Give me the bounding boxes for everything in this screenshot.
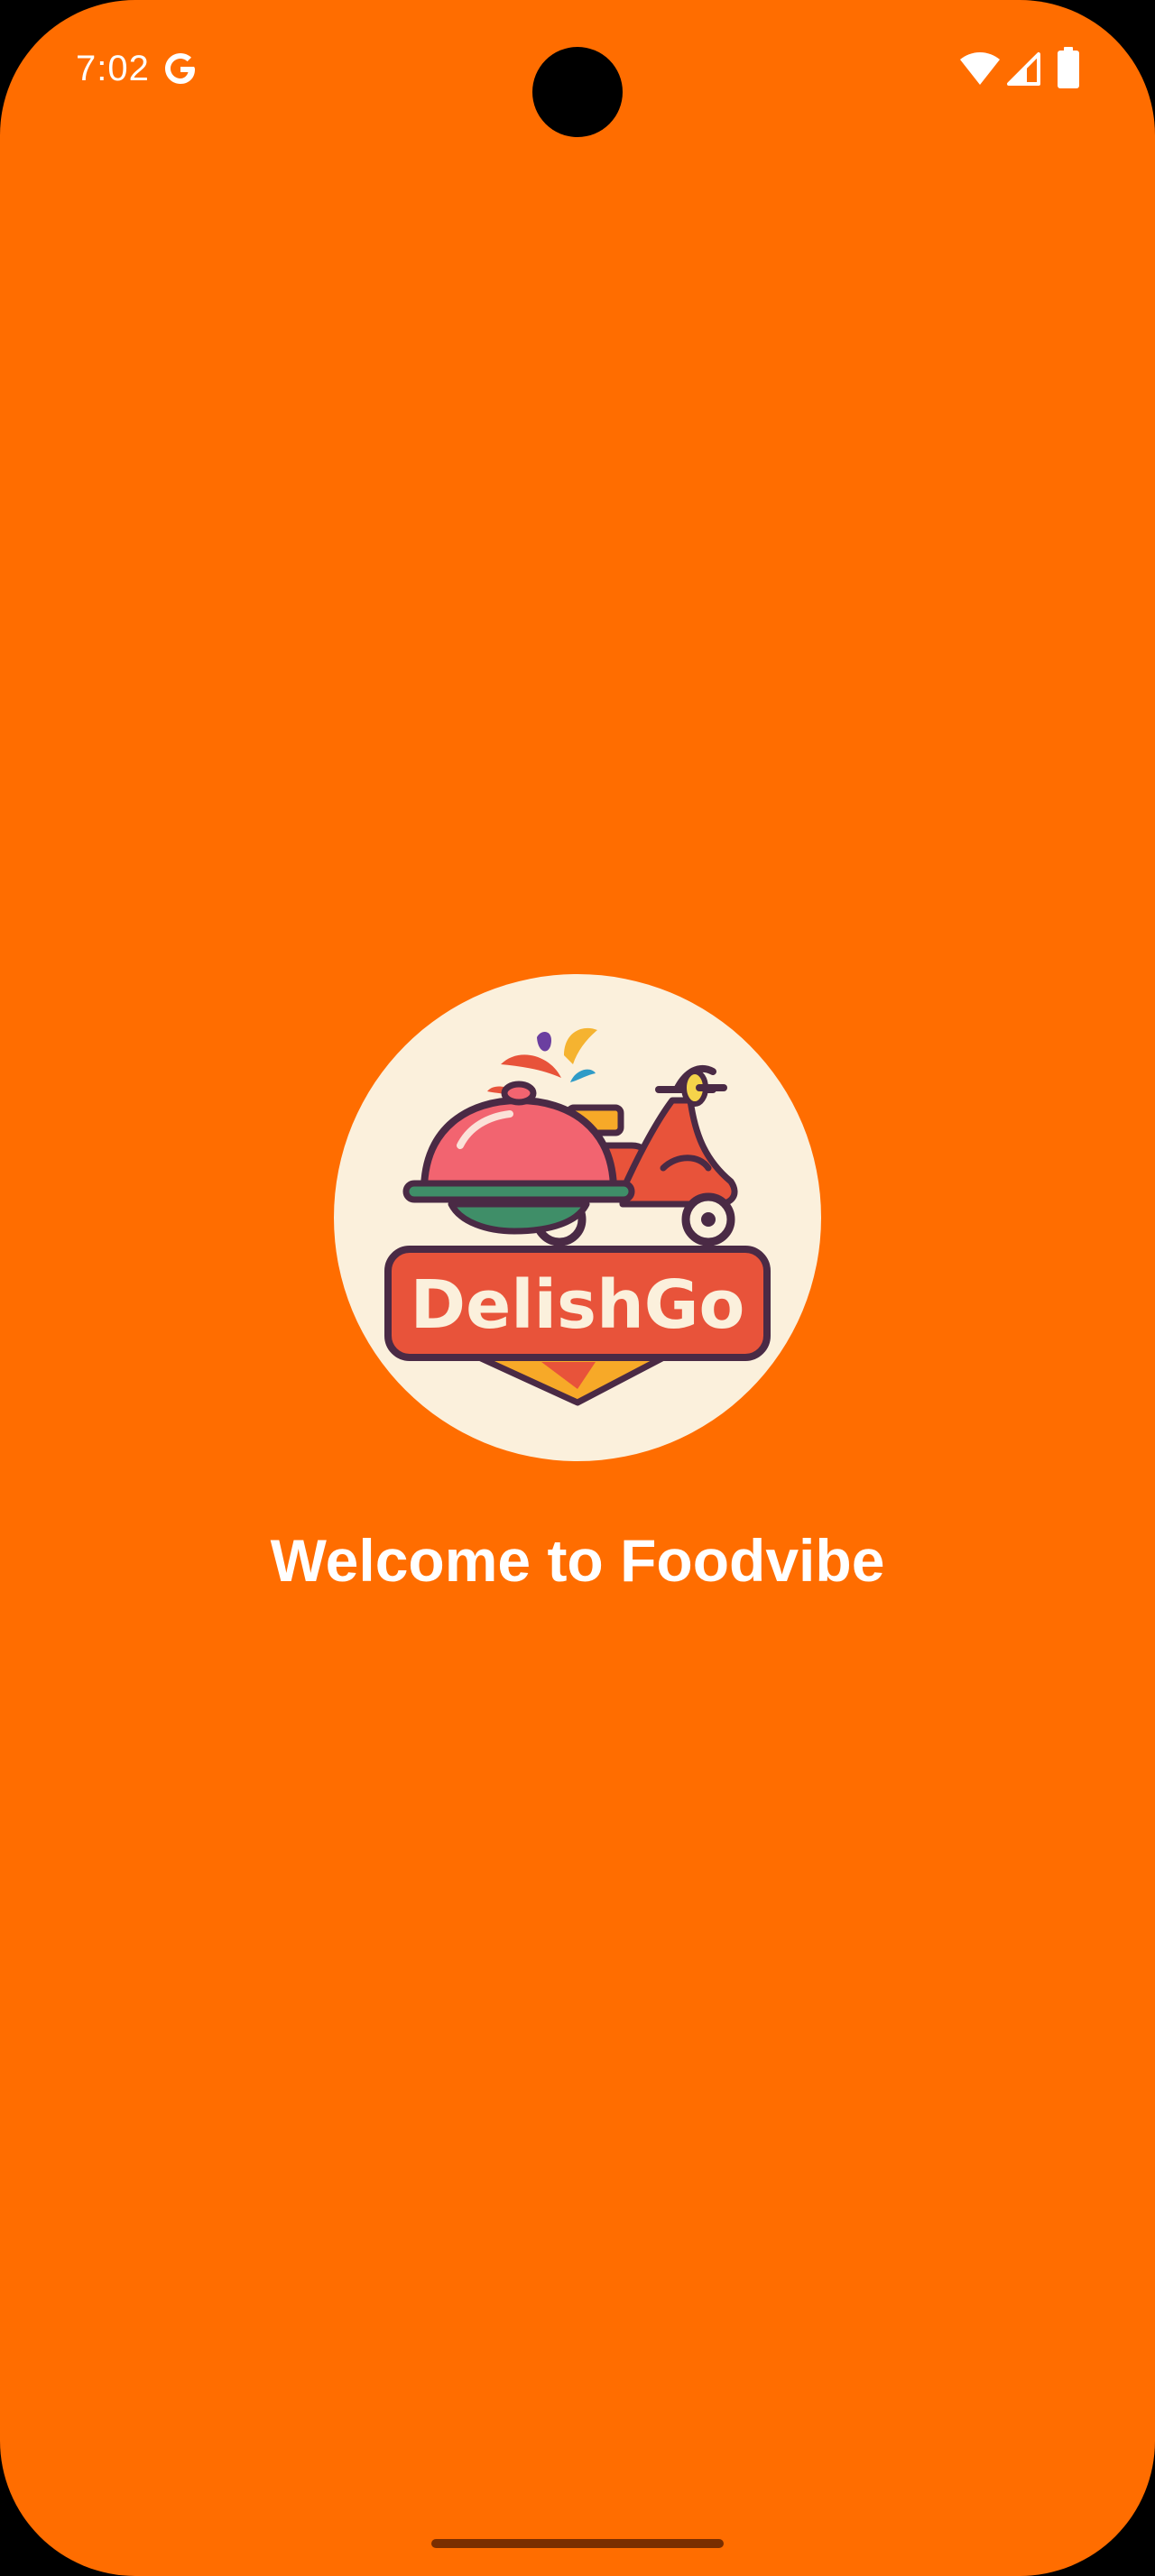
status-time: 7:02	[76, 49, 150, 88]
cell-signal-icon	[1007, 52, 1040, 86]
status-bar: 7:02	[0, 0, 1155, 137]
delivery-scooter-cloche-logo: DelishGo	[384, 1027, 771, 1406]
splash-screen: 7:02 DelishGo Welcome to Foodvibe	[0, 0, 1155, 2576]
camera-cutout	[532, 47, 623, 137]
battery-icon	[1058, 47, 1079, 88]
wifi-icon	[960, 52, 1000, 85]
app-logo: DelishGo	[334, 974, 821, 1461]
welcome-title: Welcome to Foodvibe	[270, 1527, 885, 1594]
home-indicator[interactable]	[431, 2539, 724, 2548]
google-g-icon	[165, 53, 195, 84]
logo-wordmark: DelishGo	[411, 1266, 745, 1344]
